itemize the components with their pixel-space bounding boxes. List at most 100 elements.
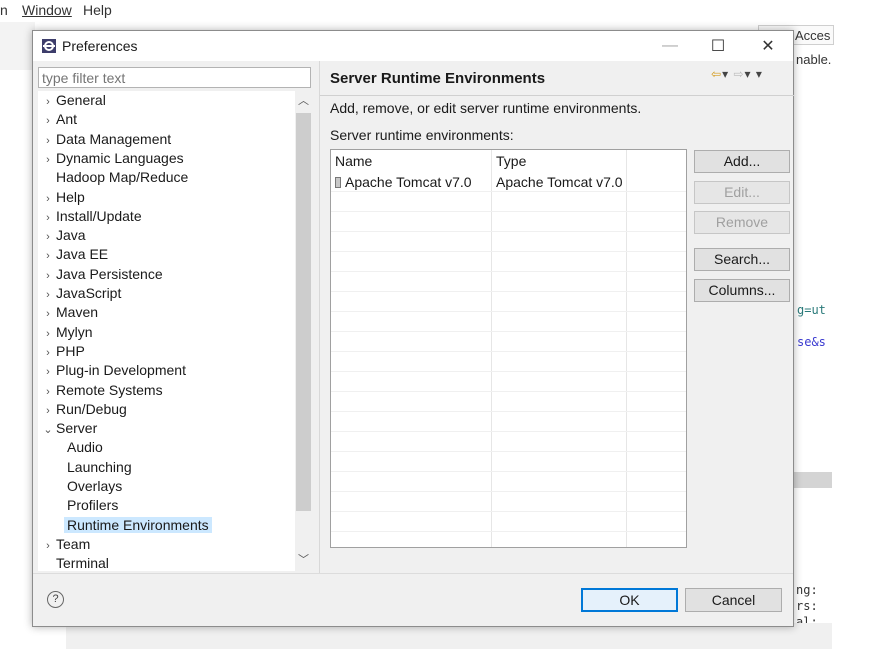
minimize-button[interactable]: — [647,31,693,61]
expand-right-icon[interactable]: › [42,402,54,421]
maximize-button[interactable]: ☐ [695,31,741,61]
console-fragment: ng: [796,583,818,597]
tree-item-javascript[interactable]: › JavaScript [38,284,121,303]
close-button[interactable]: ✕ [745,31,791,61]
columns-button[interactable]: Columns... [694,279,790,302]
eclipse-app-icon [41,38,57,54]
tree-item-php[interactable]: › PHP [38,342,85,361]
search-button[interactable]: Search... [694,248,790,271]
pane-splitter[interactable] [319,61,320,573]
scroll-down-icon[interactable]: ﹀ [295,552,312,569]
help-icon[interactable]: ? [47,591,64,608]
tree-item-label: Install/Update [56,207,142,224]
tree-item-java-ee[interactable]: › Java EE [38,245,108,264]
expand-right-icon[interactable]: › [42,190,54,209]
expand-right-icon[interactable]: › [42,286,54,305]
tree-item-remote-systems[interactable]: › Remote Systems [38,381,162,402]
tree-scrollbar[interactable]: ︿ ﹀ [295,91,312,571]
add-button[interactable]: Add... [694,150,790,173]
tree-item-label: Terminal [56,555,109,571]
tree-item-label: Hadoop Map/Reduce [56,169,189,186]
expand-right-icon[interactable]: › [42,247,54,266]
tree-item-label: Ant [56,111,78,128]
table-row-line [331,211,686,212]
tree-item-profilers[interactable]: Profilers [65,496,118,515]
runtime-table[interactable]: Name Type Apache Tomcat v7.0 Apache Tomc… [330,149,687,548]
expand-right-icon[interactable]: › [42,383,54,402]
dialog-titlebar[interactable]: Preferences — ☐ ✕ [33,31,793,61]
runtime-name: Apache Tomcat v7.0 [345,174,472,190]
filter-input[interactable] [38,67,311,88]
edit-button[interactable]: Edit... [694,181,790,204]
forward-menu-icon[interactable]: ▾ [745,67,752,81]
runtime-list-label: Server runtime environments: [330,127,514,143]
tree-item-label: Help [56,188,85,205]
table-row-line [331,331,686,332]
expand-right-icon[interactable]: › [42,151,54,170]
tree-item-run-debug[interactable]: › Run/Debug [38,400,127,419]
remove-button[interactable]: Remove [694,211,790,234]
tree-item-audio[interactable]: Audio [65,438,103,457]
back-menu-icon[interactable]: ▾ [722,67,729,81]
expand-right-icon[interactable]: › [42,267,54,286]
table-row-line [331,231,686,232]
tree-item-java[interactable]: › Java [38,226,86,247]
tree-item-plug-in-development[interactable]: › Plug-in Development [38,361,186,380]
expand-right-icon[interactable]: › [42,305,54,324]
tree-item-hadoop-map-reduce[interactable]: Hadoop Map/Reduce [38,168,188,187]
expand-right-icon[interactable]: › [42,112,54,131]
column-header-type[interactable]: Type [496,153,526,169]
tree-item-terminal[interactable]: Terminal [38,554,109,571]
expand-right-icon[interactable]: › [42,325,54,344]
table-row-line [331,491,686,492]
tree-item-team[interactable]: › Team [38,535,90,554]
tree-item-data-management[interactable]: › Data Management [38,130,171,149]
expand-right-icon[interactable]: › [42,363,54,382]
table-row-line [331,451,686,452]
ok-button[interactable]: OK [581,588,678,612]
tree-item-label: PHP [56,342,85,359]
ide-panel-band [794,472,832,488]
tree-item-label: Team [56,535,91,552]
tree-item-launching[interactable]: Launching [65,458,132,477]
menu-help[interactable]: Help [83,2,112,18]
tree-item-ant[interactable]: › Ant [38,110,77,129]
back-arrow-icon[interactable]: ⇦ [711,67,722,81]
expand-right-icon[interactable]: › [42,344,54,363]
expand-right-icon[interactable]: › [42,132,54,151]
tree-item-mylyn[interactable]: › Mylyn [38,323,92,344]
footer-separator [33,573,793,574]
tree-item-install-update[interactable]: › Install/Update [38,207,142,228]
expand-right-icon[interactable]: › [42,93,54,112]
tree-item-overlays[interactable]: Overlays [65,477,122,496]
menu-window[interactable]: Window [22,2,72,18]
tree-item-server[interactable]: ⌄ Server [38,419,97,438]
tree-item-java-persistence[interactable]: › Java Persistence [38,265,162,286]
scroll-up-icon[interactable]: ︿ [295,93,312,110]
tree-item-dynamic-languages[interactable]: › Dynamic Languages [38,149,183,170]
preferences-dialog: Preferences — ☐ ✕ ›General›Ant›Data Mana… [32,30,794,627]
table-row-line [331,511,686,512]
forward-arrow-icon[interactable]: ⇨ [733,67,744,81]
tree-item-general[interactable]: › General [38,91,106,110]
tree-item-label: Runtime Environments [64,516,212,533]
expand-right-icon[interactable]: › [42,209,54,228]
tree-item-maven[interactable]: › Maven [38,303,98,322]
tree-item-label: Java [56,227,86,244]
code-fragment: g=ut [797,303,826,317]
cancel-button[interactable]: Cancel [685,588,782,612]
scroll-thumb[interactable] [296,113,311,511]
runtime-name-cell[interactable]: Apache Tomcat v7.0 [335,174,472,190]
page-title: Server Runtime Environments [330,70,546,87]
tree-item-help[interactable]: › Help [38,188,85,207]
expand-right-icon[interactable]: › [42,537,54,556]
expand-down-icon[interactable]: ⌄ [42,421,54,440]
view-menu-icon[interactable]: ▾ [756,67,763,81]
title-separator [320,95,794,96]
runtime-type-cell[interactable]: Apache Tomcat v7.0 [496,174,623,190]
ide-toolbar [0,22,35,70]
tree-item-runtime-environments[interactable]: Runtime Environments [64,516,212,535]
menu-fragment[interactable]: n [0,2,8,18]
expand-right-icon[interactable]: › [42,228,54,247]
column-header-name[interactable]: Name [335,153,372,169]
